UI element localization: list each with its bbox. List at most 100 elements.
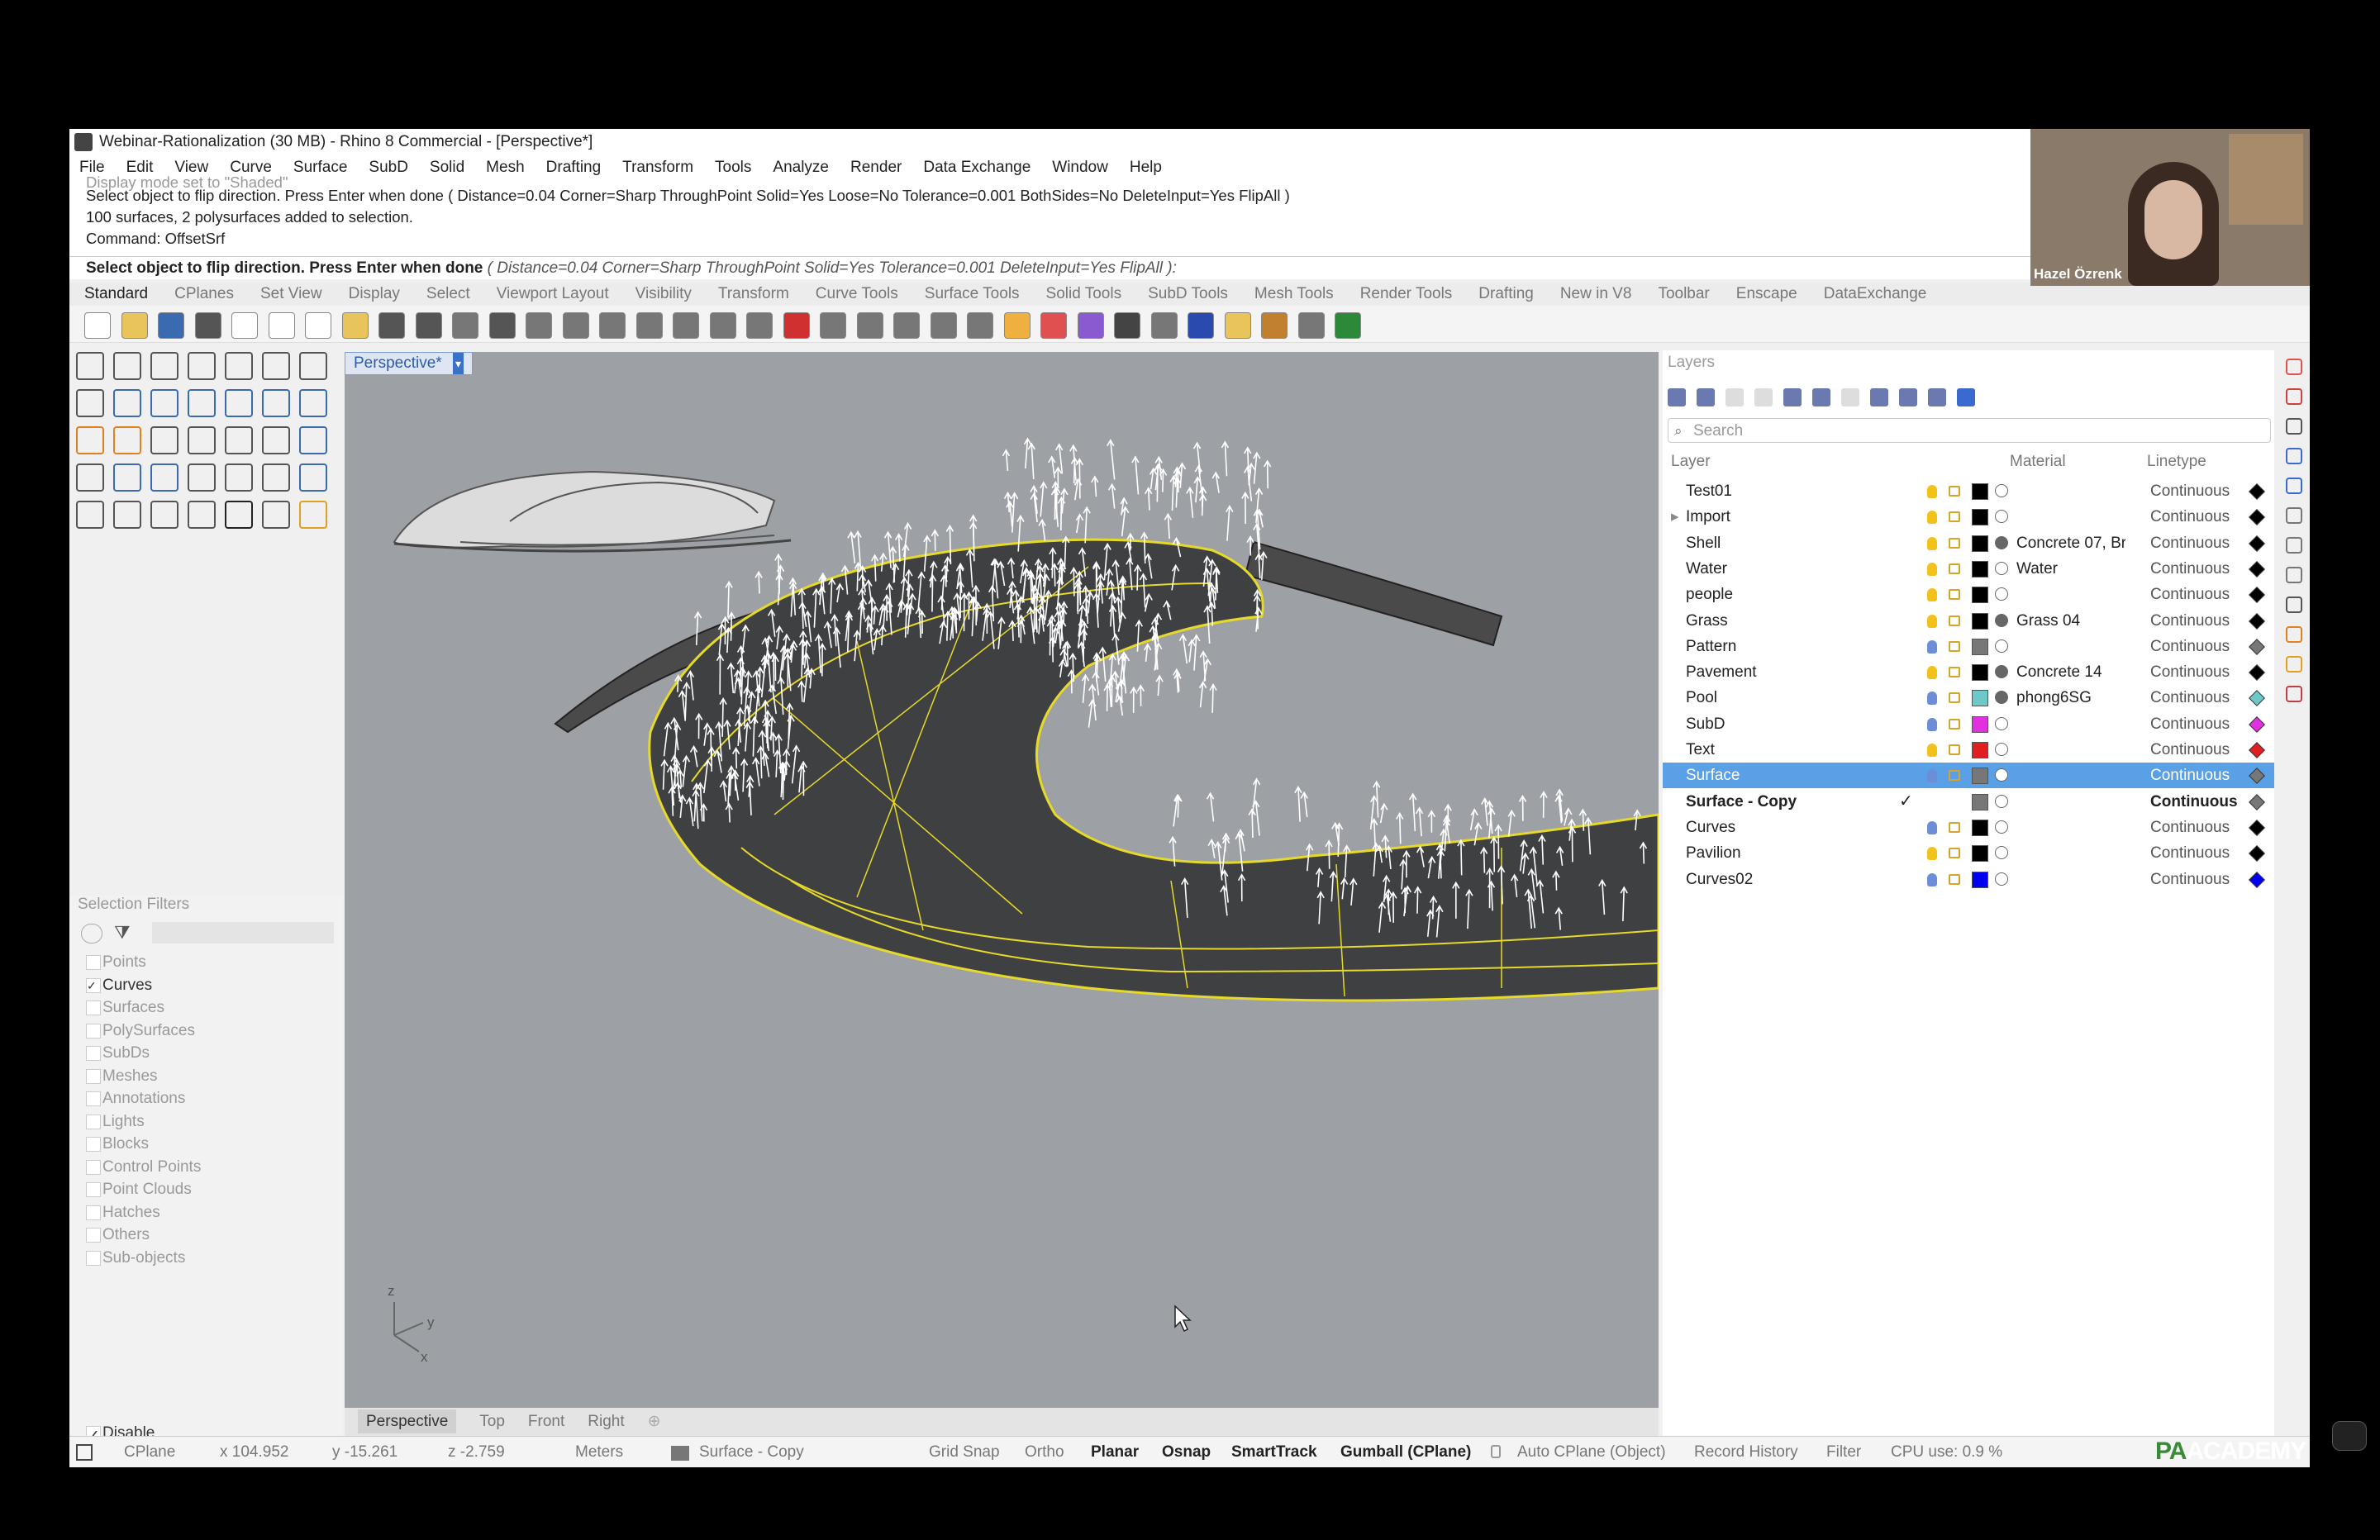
layer-row[interactable]: Test01 Continuous	[1663, 478, 2274, 504]
light-icon[interactable]	[930, 312, 957, 339]
list-icon[interactable]	[1928, 388, 1946, 406]
auto-cplane-toggle[interactable]: Auto CPlane (Object)	[1517, 1437, 1666, 1467]
visibility-bulb-icon[interactable]	[1927, 820, 1937, 834]
filter-search-input[interactable]	[152, 922, 334, 943]
viewport-tab[interactable]: Perspective* ▾	[345, 352, 473, 375]
linetype[interactable]: Continuous	[2150, 789, 2238, 815]
dimension-icon[interactable]	[299, 463, 327, 492]
visibility-bulb-icon[interactable]	[1927, 744, 1937, 757]
layer-row[interactable]: Curves02 Continuous	[1663, 867, 2274, 892]
layer-row[interactable]: SubD Continuous	[1663, 711, 2274, 737]
material-icon[interactable]	[1995, 535, 2008, 549]
filter-toggle-icon[interactable]	[81, 924, 102, 943]
print-color-icon[interactable]	[2249, 587, 2265, 604]
filter-checkbox[interactable]	[86, 1114, 101, 1129]
toolbar-tab[interactable]: Surface Tools	[925, 285, 1020, 302]
layer-color-swatch[interactable]	[1972, 664, 1988, 682]
render-icon[interactable]	[783, 312, 810, 339]
toolbar-tab[interactable]: Render Tools	[1360, 285, 1453, 302]
layer-row[interactable]: Curves Continuous	[1663, 815, 2274, 840]
toolbar-tab[interactable]: SubD Tools	[1148, 285, 1228, 302]
filter-item[interactable]: Point Clouds	[86, 1181, 192, 1199]
lock-icon[interactable]	[1949, 511, 1960, 523]
visibility-bulb-icon[interactable]	[1927, 692, 1937, 706]
menu-item[interactable]: Render	[850, 159, 902, 176]
captions-icon[interactable]	[2332, 1421, 2367, 1451]
visibility-bulb-icon[interactable]	[1927, 511, 1937, 525]
print-icon[interactable]	[194, 312, 221, 339]
material-name[interactable]: Concrete 14	[2016, 659, 2125, 685]
layer-row[interactable]: Water Water Continuous	[1663, 556, 2274, 582]
toolbar-tab[interactable]: Select	[426, 285, 470, 302]
menu-item[interactable]: Drafting	[546, 159, 602, 176]
toolbar-tab[interactable]: Set View	[260, 285, 322, 302]
smarttrack-toggle[interactable]: SmartTrack	[1231, 1437, 1317, 1467]
paste-icon[interactable]	[341, 312, 369, 339]
toolbar-tab[interactable]: Visibility	[635, 285, 692, 302]
filter-item[interactable]: Annotations	[86, 1090, 185, 1108]
extrude-icon[interactable]	[76, 426, 104, 454]
lock-icon[interactable]	[1949, 640, 1960, 652]
point-icon[interactable]	[113, 352, 141, 380]
material-icon[interactable]	[1995, 794, 2008, 808]
annotate-icon[interactable]	[299, 501, 327, 529]
menu-item[interactable]: Tools	[715, 159, 751, 176]
tree-icon[interactable]	[1261, 312, 1288, 339]
toolbar-tab[interactable]: Curve Tools	[816, 285, 898, 302]
layer-color-swatch[interactable]	[1972, 768, 1988, 785]
layer-color-swatch[interactable]	[1972, 638, 1988, 655]
box-icon[interactable]	[225, 389, 253, 417]
lock-icon[interactable]	[1949, 821, 1960, 833]
material-icon[interactable]	[1995, 587, 2008, 601]
filter-icon[interactable]	[1870, 388, 1888, 406]
new-file-icon[interactable]	[84, 312, 111, 339]
filter-toggle[interactable]: Filter	[1826, 1437, 1861, 1467]
viewport-canvas[interactable]: z y x	[345, 352, 1659, 1409]
text-icon[interactable]	[113, 501, 141, 529]
filter-checkbox[interactable]	[86, 1159, 101, 1175]
viewport-bottom-tab[interactable]: Top	[479, 1413, 505, 1430]
scale-icon[interactable]	[188, 463, 216, 492]
linetype[interactable]: Continuous	[2150, 634, 2230, 659]
print-color-icon[interactable]	[2249, 612, 2265, 630]
perspective-viewport[interactable]: z y x Perspective* ▾	[345, 352, 1659, 1409]
polyline-icon[interactable]	[150, 352, 178, 380]
filter-item[interactable]: ✓ Curves	[86, 977, 152, 995]
lock-icon[interactable]	[1949, 873, 1960, 885]
toolbar-tab[interactable]: Toolbar	[1658, 285, 1709, 302]
visibility-bulb-icon[interactable]	[1927, 639, 1937, 654]
gear-icon[interactable]	[2286, 537, 2302, 554]
filter-item[interactable]: Sub-objects	[86, 1249, 185, 1267]
layer-row[interactable]: Text Continuous	[1663, 737, 2274, 763]
layer-color-swatch[interactable]	[1972, 509, 1988, 526]
lock-icon[interactable]	[1949, 615, 1960, 626]
material-name[interactable]: Grass 04	[2016, 608, 2125, 634]
lock-icon[interactable]	[1949, 692, 1960, 704]
ellipse-icon[interactable]	[262, 352, 290, 380]
filter-checkbox[interactable]: ✓	[86, 977, 101, 993]
linetype[interactable]: Continuous	[2150, 530, 2230, 556]
menu-item[interactable]: Transform	[622, 159, 693, 176]
toolbar-tab[interactable]: CPlanes	[174, 285, 234, 302]
layer-color-swatch[interactable]	[1972, 871, 1988, 888]
filter-checkbox[interactable]	[86, 1137, 101, 1152]
layer-row[interactable]: Pool phong6SG Continuous	[1663, 685, 2274, 711]
linetype[interactable]: Continuous	[2150, 815, 2230, 840]
print-color-icon[interactable]	[2249, 742, 2265, 758]
zoom-extents-icon[interactable]	[599, 312, 626, 339]
print-color-icon[interactable]	[2249, 560, 2265, 578]
export-icon[interactable]	[231, 312, 258, 339]
curve-icon[interactable]	[188, 352, 216, 380]
save-icon[interactable]	[158, 312, 184, 339]
layer-row[interactable]: Surface Continuous	[1663, 763, 2274, 789]
material-icon[interactable]	[1995, 768, 2008, 782]
move-down-icon[interactable]	[1812, 388, 1830, 406]
record-history-toggle[interactable]: Record History	[1694, 1437, 1798, 1467]
column-header-material[interactable]: Material	[2010, 453, 2066, 471]
expand-icon[interactable]: ▸	[1671, 504, 1679, 530]
visibility-bulb-icon[interactable]	[1927, 717, 1937, 731]
print-color-icon[interactable]	[2249, 664, 2265, 681]
material-icon[interactable]	[1995, 510, 2008, 524]
print-color-icon[interactable]	[2249, 871, 2265, 888]
menu-item[interactable]: SubD	[369, 159, 408, 176]
